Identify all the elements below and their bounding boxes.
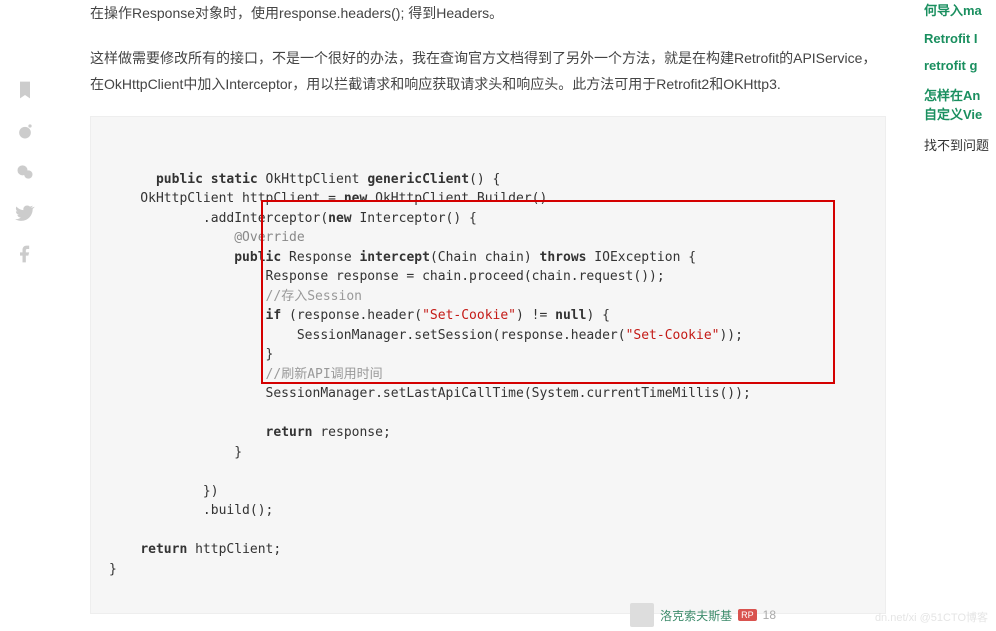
wechat-icon[interactable] (15, 162, 35, 185)
author-name: 洛克索夫斯基 (660, 607, 732, 624)
sidebar-item-3[interactable]: 怎样在An自定义Vie (924, 85, 996, 123)
avatar (630, 603, 654, 627)
twitter-icon[interactable] (15, 203, 35, 226)
article-content: 在操作Response对象时，使用response.headers(); 得到H… (50, 0, 906, 631)
code-block: public static OkHttpClient genericClient… (90, 116, 886, 614)
related-sidebar: 何导入ma Retrofit I retrofit g 怎样在An自定义Vie 找不到问… (906, 0, 996, 631)
facebook-icon[interactable] (15, 244, 35, 267)
paragraph-2: 这样做需要修改所有的接口，不是一个很好的办法，我在查询官方文档得到了另外一个方法… (90, 45, 886, 98)
social-sidebar (0, 0, 50, 631)
sidebar-item-1[interactable]: Retrofit I (924, 31, 996, 46)
sidebar-item-0[interactable]: 何导入ma (924, 0, 996, 19)
sidebar-item-4[interactable]: 找不到问题 (924, 135, 996, 154)
paragraph-1: 在操作Response对象时，使用response.headers(); 得到H… (90, 0, 886, 27)
rp-badge: RP (738, 609, 757, 621)
author-block[interactable]: 洛克索夫斯基 RP 18 (630, 603, 776, 627)
bookmark-icon[interactable] (15, 80, 35, 103)
weibo-icon[interactable] (15, 121, 35, 144)
rp-value: 18 (763, 608, 776, 622)
sidebar-item-2[interactable]: retrofit g (924, 58, 996, 73)
